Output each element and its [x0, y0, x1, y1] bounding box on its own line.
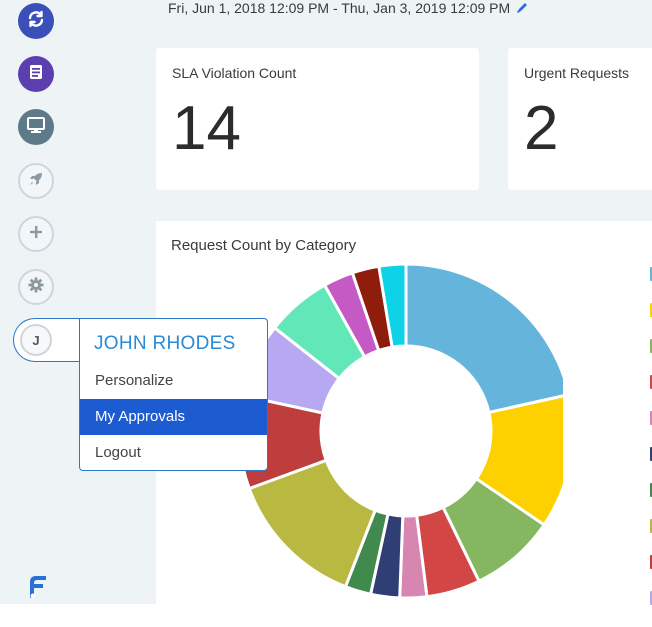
brand-logo-icon[interactable]: [28, 574, 48, 605]
settings-nav-button[interactable]: [18, 269, 54, 305]
monitor-nav-button[interactable]: [18, 109, 54, 145]
chart-title: Request Count by Category: [171, 237, 357, 254]
card-value: 2: [524, 94, 559, 163]
card-value: 14: [172, 94, 241, 163]
user-menu: JOHN RHODES Personalize My Approvals Log…: [79, 318, 268, 471]
donut-slice[interactable]: [404, 262, 563, 415]
plus-icon: [28, 224, 44, 245]
date-range: Fri, Jun 1, 2018 12:09 PM - Thu, Jan 3, …: [168, 0, 528, 17]
card-label: SLA Violation Count: [172, 65, 297, 81]
rocket-nav-button[interactable]: [18, 163, 54, 199]
user-name: JOHN RHODES: [94, 333, 236, 354]
rocket-icon: [27, 170, 45, 193]
card-label: Urgent Requests: [524, 65, 630, 81]
book-icon: [27, 63, 45, 86]
urgent-requests-card[interactable]: Urgent Requests 2: [508, 48, 652, 190]
sidebar: [0, 0, 70, 604]
date-range-text: Fri, Jun 1, 2018 12:09 PM - Thu, Jan 3, …: [168, 0, 511, 16]
refresh-nav-button[interactable]: [18, 3, 54, 39]
gear-icon: [27, 276, 45, 299]
menu-item-personalize[interactable]: Personalize: [80, 363, 267, 399]
monitor-icon: [26, 115, 46, 140]
menu-item-logout[interactable]: Logout: [80, 435, 267, 471]
refresh-icon: [26, 9, 46, 34]
donut-chart: [237, 262, 563, 600]
add-nav-button[interactable]: [18, 216, 54, 252]
menu-item-my-approvals[interactable]: My Approvals: [80, 399, 267, 435]
book-nav-button[interactable]: [18, 56, 54, 92]
avatar[interactable]: J: [20, 324, 52, 356]
sla-violation-card[interactable]: SLA Violation Count 14: [156, 48, 479, 190]
pencil-icon[interactable]: [516, 1, 528, 17]
